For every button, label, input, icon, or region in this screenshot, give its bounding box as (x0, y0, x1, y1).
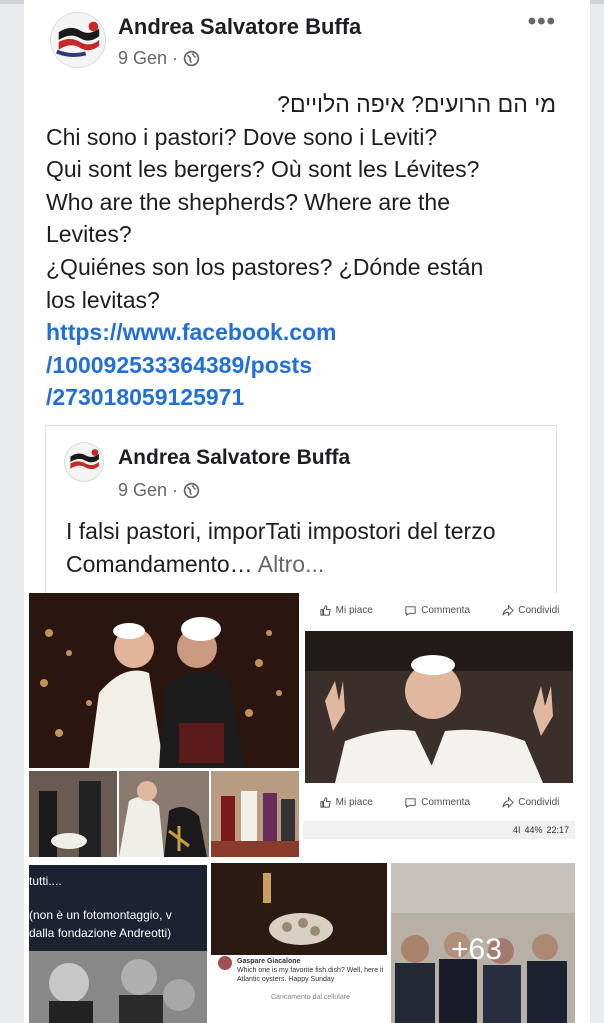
post-link-line-3[interactable]: /273018059125971 (46, 381, 566, 414)
photo-embrace[interactable] (29, 593, 299, 768)
shared-post-text: I falsi pastori, imporTati impostori del… (66, 515, 546, 581)
tutti-text: tutti.... (29, 874, 62, 888)
meta-separator: · (172, 48, 179, 68)
image-collage[interactable]: Mi piace Commenta Condividi Mi piace Com… (29, 593, 575, 1023)
post-line-hebrew: מי הם הרועים? איפה הלויים? (277, 91, 556, 117)
photo-group-more[interactable]: +63 (391, 863, 575, 1023)
shared-post[interactable]: Andrea Salvatore Buffa 9 Gen · I falsi p… (45, 425, 557, 597)
thumbs-up-icon (320, 604, 331, 616)
globe-icon[interactable] (183, 482, 200, 499)
share-label: Condividi (518, 796, 560, 808)
comment-button[interactable]: Commenta (404, 796, 470, 809)
post-body: מי הם הרועים? איפה הלויים? Chi sono i pa… (46, 88, 566, 414)
photo-dinner-screenshot[interactable]: Gaspare Giacalone Which one is my favori… (211, 863, 387, 1023)
like-label: Mi piace (335, 796, 373, 808)
globe-icon[interactable] (183, 50, 200, 67)
more-options-icon[interactable]: ••• (528, 10, 556, 34)
meta-separator: · (172, 480, 179, 500)
action-bar-bottom: Mi piace Commenta Condividi (303, 789, 575, 815)
like-label: Mi piace (335, 604, 373, 616)
shared-author-name[interactable]: Andrea Salvatore Buffa (118, 446, 350, 470)
post-link-line-2[interactable]: /100092533364389/posts (46, 349, 566, 382)
comment-button[interactable]: Commenta (404, 604, 470, 617)
comment-label: Commenta (421, 796, 470, 808)
photo-kneeling[interactable] (29, 771, 117, 857)
post-line-french: Qui sont les bergers? Où sont les Lévite… (46, 156, 480, 183)
post-link[interactable]: https://www.facebook.com /10009253336438… (46, 316, 566, 414)
more-photos-count[interactable]: +63 (451, 933, 502, 967)
signal-indicator: 4I (512, 825, 521, 835)
comment-icon (405, 797, 416, 808)
post-line-english-1: Who are the shepherds? Where are the (46, 188, 451, 215)
post-line-spanish-2: los levitas? (46, 286, 160, 313)
clock-time: 22:17 (546, 825, 569, 835)
battery-level: 44% (524, 825, 543, 835)
comment-icon (405, 605, 416, 616)
share-icon (502, 604, 514, 616)
photo-tutti[interactable]: tutti.... (non è un fotomontaggio, v dal… (29, 865, 207, 1023)
post-author-name[interactable]: Andrea Salvatore Buffa (118, 14, 361, 40)
share-icon (502, 796, 514, 808)
post-line-spanish-1: ¿Quiénes son los pastores? ¿Dónde están (46, 253, 484, 280)
thumbs-up-icon (320, 796, 331, 808)
shared-post-date[interactable]: 9 Gen (118, 480, 167, 501)
mini-comment-footer: Caricamento dal cellulare (271, 994, 350, 1001)
post-line-english-2: Levites? (46, 221, 132, 248)
like-button[interactable]: Mi piace (319, 796, 373, 809)
share-button[interactable]: Condividi (501, 796, 559, 809)
mini-comment-text-1: Which one is my favorite fish dish? Well… (237, 967, 383, 974)
photo-gesture[interactable] (305, 631, 573, 783)
caption-line-2: dalla fondazione Andreotti) (29, 926, 172, 940)
post-line-italian: Chi sono i pastori? Dove sono i Leviti? (46, 123, 438, 150)
like-button[interactable]: Mi piace (319, 604, 373, 617)
photo-gift[interactable] (119, 771, 209, 857)
shared-post-meta: 9 Gen · (118, 480, 200, 501)
shared-author-avatar[interactable] (64, 442, 104, 482)
share-button[interactable]: Condividi (501, 604, 559, 617)
mini-comment-name: Gaspare Giacalone (237, 958, 301, 965)
action-bar-top: Mi piace Commenta Condividi (303, 597, 575, 623)
author-avatar[interactable] (50, 12, 106, 68)
comment-label: Commenta (421, 604, 470, 616)
caption-line-1: (non è un fotomontaggio, v (29, 908, 172, 922)
photo-procession[interactable] (211, 771, 299, 857)
see-more-link[interactable]: Altro... (258, 551, 324, 577)
phone-status-bar: 4I 44% 22:17 (303, 821, 575, 839)
share-label: Condividi (518, 604, 560, 616)
mini-comment-text-2: Atlantic oysters. Happy Sunday (237, 976, 335, 983)
post-link-line-1[interactable]: https://www.facebook.com (46, 316, 566, 349)
post-date[interactable]: 9 Gen (118, 48, 167, 69)
post-meta: 9 Gen · (118, 48, 200, 69)
